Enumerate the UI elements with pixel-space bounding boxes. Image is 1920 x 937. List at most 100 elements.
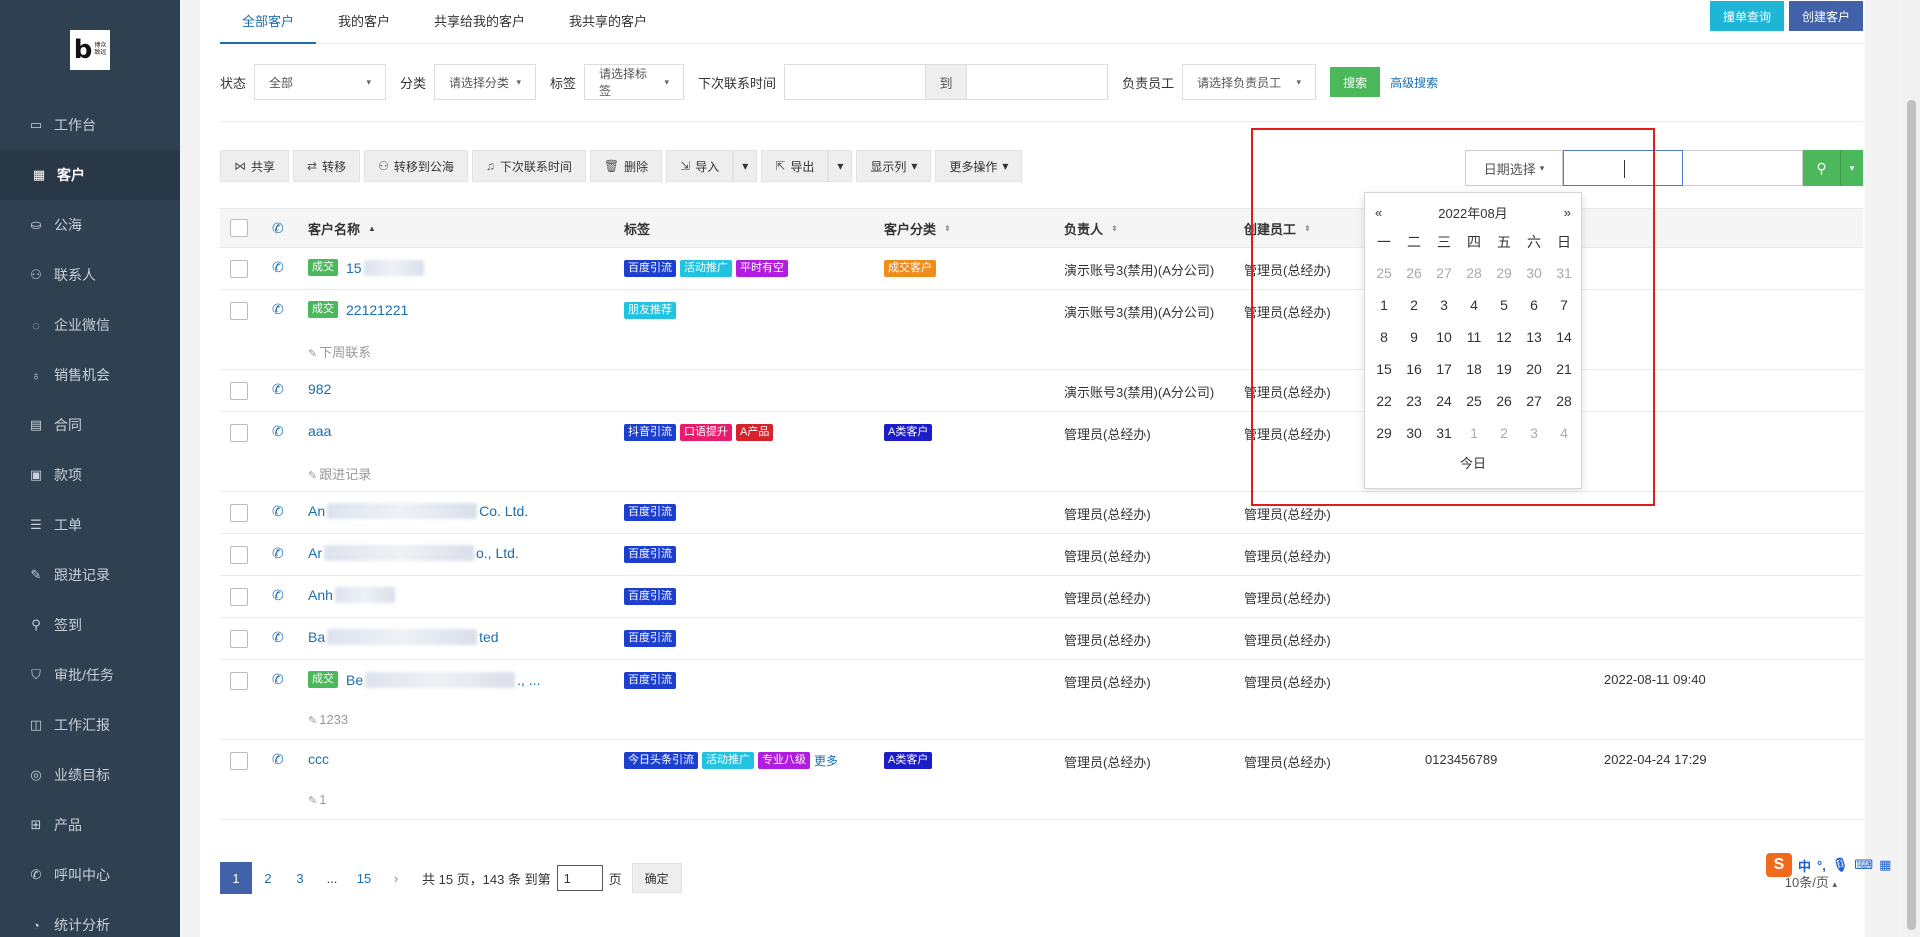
- calendar-day[interactable]: 2: [1399, 289, 1429, 321]
- page-link[interactable]: 1: [220, 862, 252, 894]
- transfer-button[interactable]: ⇄ 转移: [293, 150, 361, 182]
- customer-name-cell[interactable]: Ba ted: [308, 629, 499, 645]
- call-button[interactable]: ✆: [272, 629, 284, 646]
- row-checkbox[interactable]: [230, 546, 248, 564]
- call-button[interactable]: ✆: [272, 381, 284, 398]
- calendar-day[interactable]: 13: [1519, 321, 1549, 353]
- row-checkbox[interactable]: [230, 302, 248, 320]
- checkbox[interactable]: [230, 672, 248, 690]
- checkbox[interactable]: [230, 260, 248, 278]
- customer-name-link[interactable]: 15: [346, 260, 362, 276]
- calendar-day[interactable]: 29: [1369, 417, 1399, 449]
- calendar-day[interactable]: 30: [1399, 417, 1429, 449]
- calendar-day[interactable]: 21: [1549, 353, 1579, 385]
- sidebar-item-6[interactable]: ▤ 合同: [0, 400, 180, 450]
- customer-name-tail[interactable]: o., Ltd.: [476, 545, 519, 561]
- row-checkbox[interactable]: [230, 752, 248, 770]
- ime-mode-toggle[interactable]: 中: [1798, 856, 1811, 875]
- calendar-day[interactable]: 16: [1399, 353, 1429, 385]
- page-link[interactable]: 2: [252, 862, 284, 894]
- date-start-input[interactable]: [1563, 150, 1683, 186]
- calendar-day[interactable]: 24: [1429, 385, 1459, 417]
- category-select[interactable]: 请选择分类 ▾: [434, 64, 537, 100]
- customer-name-tail[interactable]: ted: [479, 629, 498, 645]
- page-link[interactable]: 3: [284, 862, 316, 894]
- calendar-day[interactable]: 3: [1519, 417, 1549, 449]
- tab-shared-by-me[interactable]: 我共享的客户: [547, 0, 669, 44]
- sidebar-item-14[interactable]: ⊞ 产品: [0, 800, 180, 850]
- customer-name-cell[interactable]: aaa: [308, 423, 331, 439]
- calendar-day[interactable]: 14: [1549, 321, 1579, 353]
- sidebar-item-11[interactable]: ⛉ 审批/任务: [0, 650, 180, 700]
- customer-name-link[interactable]: Ar: [308, 545, 322, 561]
- calendar-day[interactable]: 28: [1549, 385, 1579, 417]
- row-checkbox[interactable]: [230, 260, 248, 278]
- status-select[interactable]: 全部 ▾: [254, 64, 387, 100]
- row-checkbox[interactable]: [230, 672, 248, 690]
- import-dropdown-toggle[interactable]: ▾: [733, 150, 758, 182]
- advanced-search-link[interactable]: 高级搜索: [1390, 74, 1438, 91]
- sidebar-item-0[interactable]: ▭ 工作台: [0, 100, 180, 150]
- col-category[interactable]: 客户分类 ⬍: [884, 219, 951, 238]
- company-logo[interactable]: b 博众致远: [70, 30, 110, 70]
- calendar-day[interactable]: 18: [1459, 353, 1489, 385]
- phone-icon[interactable]: ✆: [272, 423, 284, 440]
- calendar-day[interactable]: 4: [1549, 417, 1579, 449]
- calendar-day[interactable]: 26: [1489, 385, 1519, 417]
- phone-icon[interactable]: ✆: [272, 301, 284, 318]
- create-customer-button[interactable]: 创建客户: [1788, 1, 1863, 31]
- search-button[interactable]: 搜索: [1330, 67, 1381, 97]
- sidebar-item-5[interactable]: ♁ 销售机会: [0, 350, 180, 400]
- calendar-day[interactable]: 22: [1369, 385, 1399, 417]
- note-text[interactable]: ✎ 跟进记录: [308, 464, 371, 483]
- tag-select[interactable]: 请选择标签 ▾: [584, 64, 685, 100]
- phone-icon[interactable]: ✆: [272, 671, 284, 688]
- customer-name-link[interactable]: 22121221: [346, 302, 408, 318]
- calendar-day[interactable]: 20: [1519, 353, 1549, 385]
- phone-icon[interactable]: ✆: [272, 629, 284, 646]
- sort-icon[interactable]: ⬍: [1304, 224, 1311, 233]
- calendar-day[interactable]: 17: [1429, 353, 1459, 385]
- calendar-day[interactable]: 15: [1369, 353, 1399, 385]
- calendar-day[interactable]: 31: [1549, 257, 1579, 289]
- phone-icon[interactable]: ✆: [272, 259, 284, 276]
- calendar-day[interactable]: 27: [1519, 385, 1549, 417]
- calendar-title[interactable]: 2022年08月: [1438, 203, 1507, 222]
- more-tags-link[interactable]: 更多: [814, 752, 838, 769]
- calendar-day[interactable]: 9: [1399, 321, 1429, 353]
- phone-icon[interactable]: ✆: [272, 381, 284, 398]
- customer-name-link[interactable]: Ba: [308, 629, 325, 645]
- next-page-icon[interactable]: ›: [380, 862, 412, 894]
- sidebar-item-4[interactable]: ◌ 企业微信: [0, 300, 180, 350]
- sort-icon[interactable]: ⬍: [1111, 224, 1118, 233]
- phone-icon[interactable]: ✆: [272, 545, 284, 562]
- date-search-button[interactable]: ⚲: [1803, 150, 1841, 186]
- calendar-day[interactable]: 25: [1459, 385, 1489, 417]
- page-jump-ok-button[interactable]: 确定: [631, 863, 682, 893]
- export-button[interactable]: ⇱ 导出: [761, 150, 829, 182]
- row-checkbox[interactable]: [230, 424, 248, 442]
- customer-name-link[interactable]: Anh: [308, 587, 333, 603]
- calendar-day[interactable]: 28: [1459, 257, 1489, 289]
- tab-all-customers[interactable]: 全部客户: [220, 0, 317, 44]
- columns-button[interactable]: 显示列 ▾: [856, 150, 932, 182]
- sidebar-item-3[interactable]: ⚇ 联系人: [0, 250, 180, 300]
- calendar-day[interactable]: 4: [1459, 289, 1489, 321]
- calendar-day[interactable]: 26: [1399, 257, 1429, 289]
- page-jump-input[interactable]: 1: [556, 865, 603, 891]
- row-checkbox[interactable]: [230, 630, 248, 648]
- sidebar-item-7[interactable]: ▣ 款项: [0, 450, 180, 500]
- calendar-day[interactable]: 25: [1369, 257, 1399, 289]
- sidebar-item-15[interactable]: ✆ 呼叫中心: [0, 850, 180, 900]
- owner-select[interactable]: 请选择负责员工 ▾: [1182, 64, 1317, 100]
- page-link[interactable]: 15: [348, 862, 380, 894]
- calendar-day[interactable]: 30: [1519, 257, 1549, 289]
- sidebar-item-12[interactable]: ◫ 工作汇报: [0, 700, 180, 750]
- sort-icon[interactable]: ⬍: [944, 224, 951, 233]
- note-text[interactable]: ✎ 下周联系: [308, 342, 371, 361]
- calendar-day[interactable]: 31: [1429, 417, 1459, 449]
- customer-name-link[interactable]: 982: [308, 381, 331, 397]
- page-scrollbar[interactable]: [1903, 0, 1920, 937]
- call-button[interactable]: ✆: [272, 301, 284, 318]
- customer-name-cell[interactable]: Ar o., Ltd.: [308, 545, 519, 561]
